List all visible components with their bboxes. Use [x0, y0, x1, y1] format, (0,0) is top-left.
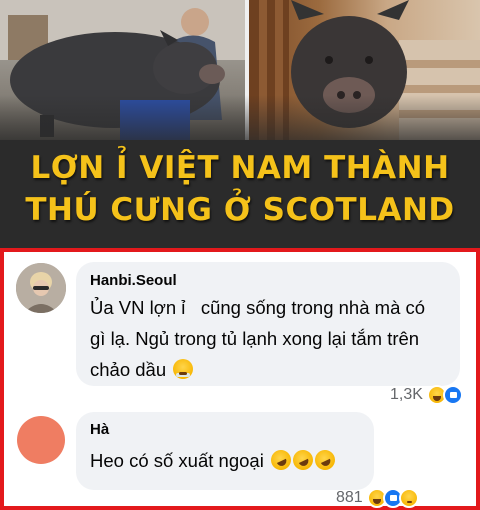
news-banner: LỢN Ỉ VIỆT NAM THÀNH THÚ CƯNG Ở SCOTLAND	[0, 0, 480, 248]
comment-text: Heo có số xuất ngoại	[90, 445, 339, 476]
like-icon	[442, 385, 463, 405]
rofl-icon	[267, 446, 295, 474]
face-with-steam-icon	[173, 359, 194, 379]
reaction-summary[interactable]: 1,3K	[390, 385, 463, 405]
comment-bubble: Hà Heo có số xuất ngoại	[76, 412, 374, 490]
headline-line-1: LỢN Ỉ VIỆT NAM THÀNH	[30, 150, 450, 186]
comment-line: Heo có số xuất ngoại	[90, 450, 264, 471]
headline-line-2: THÚ CƯNG Ở SCOTLAND	[25, 192, 455, 228]
reaction-count: 1,3K	[390, 386, 423, 403]
comments-panel: Hanbi.Seoul Ủa VN lợn ỉ cũng sống trong …	[0, 248, 480, 510]
comment-line: chảo dầu	[90, 359, 167, 380]
comment-author[interactable]: Hanbi.Seoul	[90, 272, 177, 289]
rofl-icon	[311, 446, 339, 474]
comment-author[interactable]: Hà	[90, 421, 109, 438]
commenter-avatar[interactable]	[16, 263, 66, 313]
comment-text: Ủa VN lợn ỉ cũng sống trong nhà mà có gì…	[90, 292, 425, 385]
sad-icon	[398, 488, 419, 508]
reaction-count: 881	[336, 489, 363, 506]
comment-line: Ủa VN lợn ỉ cũng sống trong nhà mà có	[90, 297, 426, 318]
comment-bubble: Hanbi.Seoul Ủa VN lợn ỉ cũng sống trong …	[76, 262, 460, 386]
reaction-summary[interactable]: 881	[336, 488, 419, 508]
commenter-avatar[interactable]	[17, 416, 65, 464]
banner-fade	[0, 95, 480, 155]
comment-line: gì lạ. Ngủ trong tủ lạnh xong lại tắm tr…	[90, 328, 420, 349]
rofl-icon	[289, 446, 317, 474]
